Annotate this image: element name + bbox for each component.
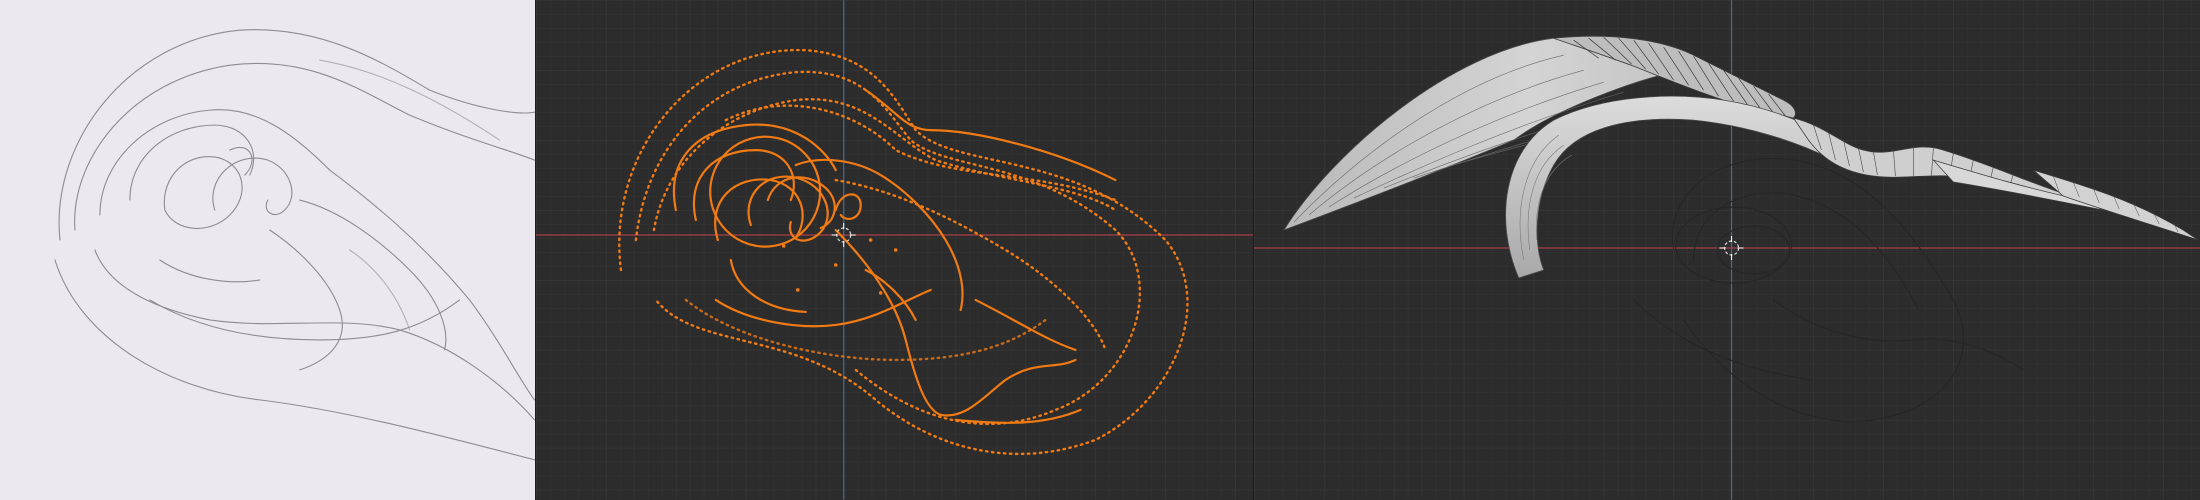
sketch-line — [163, 156, 243, 229]
sketch-line — [269, 229, 343, 371]
curve-viewport-canvas[interactable] — [535, 0, 1253, 500]
sketch-line — [99, 109, 535, 401]
sketch-line — [94, 249, 535, 421]
mesh-surface-viewport[interactable] — [1252, 0, 2200, 500]
sketch-line — [58, 29, 535, 241]
sketch-line — [229, 146, 253, 176]
sketch-line — [54, 259, 535, 461]
sketch-line — [319, 59, 501, 141]
sketch-line — [159, 259, 261, 283]
screenshot-strip — [0, 0, 2200, 500]
curve-edit-viewport[interactable] — [534, 0, 1253, 500]
sketch-paper-panel — [0, 0, 535, 500]
mesh-viewport-canvas[interactable] — [1253, 0, 2200, 500]
sketch-drawing — [54, 29, 535, 461]
sketch-line — [299, 199, 447, 351]
